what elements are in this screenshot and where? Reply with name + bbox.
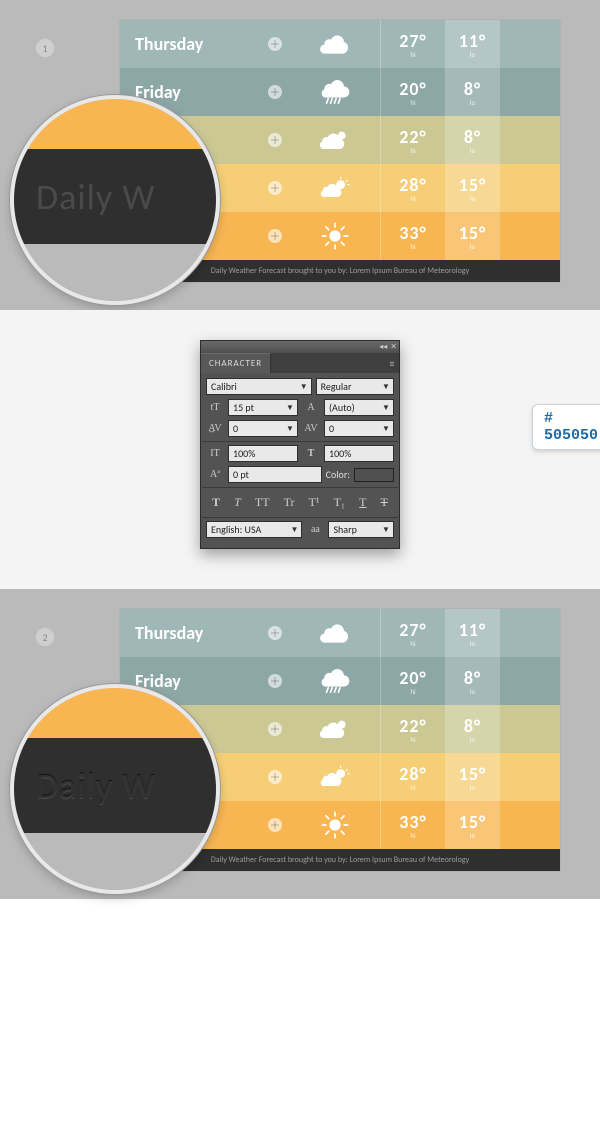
expand-icon[interactable]: [268, 674, 282, 688]
expand-icon[interactable]: [268, 181, 282, 195]
temp-lo: 8°lo: [445, 705, 500, 753]
antialias-icon: aa: [306, 521, 324, 538]
leading-field[interactable]: (Auto)▼: [324, 399, 394, 416]
sunny-cloud-icon: [290, 174, 380, 202]
cloud-icon: [290, 30, 380, 58]
leading-icon: A: [302, 399, 320, 416]
temp-hi: 33°hi: [380, 801, 445, 849]
temp-hi: 33°hi: [380, 212, 445, 260]
temp-hi: 27°hi: [380, 609, 445, 657]
hscale-field[interactable]: 100%: [324, 445, 394, 462]
step-badge-2: 2: [35, 627, 55, 647]
tutorial-step-2: 2 Thursday 27°hi 11°lo Friday 20°hi 8°lo…: [0, 589, 600, 899]
magnifier-lens: Daily W: [10, 95, 220, 305]
temp-hi: 28°hi: [380, 753, 445, 801]
rain-cloud-icon: [290, 78, 380, 106]
expand-icon[interactable]: [268, 85, 282, 99]
expand-icon[interactable]: [268, 37, 282, 51]
expand-icon[interactable]: [268, 626, 282, 640]
day-label: Thursday: [120, 622, 260, 644]
tracking-icon: AV: [302, 420, 320, 437]
partly-cloudy-icon: [290, 715, 380, 743]
kerning-field[interactable]: 0▼: [228, 420, 298, 437]
collapse-icon[interactable]: ◂◂: [379, 342, 387, 352]
temp-lo: 8°lo: [445, 657, 500, 705]
sunny-cloud-icon: [290, 763, 380, 791]
expand-icon[interactable]: [268, 133, 282, 147]
temp-hi: 22°hi: [380, 705, 445, 753]
font-style-dropdown[interactable]: Regular▼: [316, 378, 394, 395]
hex-callout: # 505050: [532, 404, 600, 450]
expand-icon[interactable]: [268, 722, 282, 736]
close-icon[interactable]: ✕: [390, 342, 397, 352]
panel-titlebar[interactable]: ◂◂ ✕: [201, 341, 399, 353]
font-size-field[interactable]: 15 pt▼: [228, 399, 298, 416]
temp-hi: 22°hi: [380, 116, 445, 164]
subscript-button[interactable]: T₁: [334, 495, 346, 510]
cloud-icon: [290, 619, 380, 647]
italic-button[interactable]: T: [234, 495, 241, 510]
temp-hi: 20°hi: [380, 657, 445, 705]
step-badge-1: 1: [35, 38, 55, 58]
temp-hi: 28°hi: [380, 164, 445, 212]
strikethrough-button[interactable]: Ŧ: [381, 495, 388, 510]
panel-menu-icon[interactable]: ≡: [385, 353, 399, 373]
language-dropdown[interactable]: English: USA▼: [206, 521, 302, 538]
magnified-text: Daily W: [36, 175, 155, 219]
bold-button[interactable]: T: [212, 495, 220, 510]
temp-lo: 11°lo: [445, 20, 500, 68]
temp-lo: 11°lo: [445, 609, 500, 657]
antialias-dropdown[interactable]: Sharp▼: [328, 521, 394, 538]
sun-icon: [290, 811, 380, 839]
expand-icon[interactable]: [268, 770, 282, 784]
smallcaps-button[interactable]: Tr: [284, 495, 295, 510]
partly-cloudy-icon: [290, 126, 380, 154]
temp-hi: 20°hi: [380, 68, 445, 116]
rain-cloud-icon: [290, 667, 380, 695]
weather-row: Thursday 27°hi 11°lo: [120, 20, 560, 68]
baseline-icon: Aª: [206, 466, 224, 483]
sun-icon: [290, 222, 380, 250]
superscript-button[interactable]: T¹: [309, 495, 320, 510]
text-style-buttons: T T TT Tr T¹ T₁ T Ŧ: [206, 491, 394, 514]
font-family-dropdown[interactable]: Calibri▼: [206, 378, 312, 395]
underline-button[interactable]: T: [359, 495, 366, 510]
temp-lo: 15°lo: [445, 753, 500, 801]
font-size-icon: tT: [206, 399, 224, 416]
temp-lo: 8°lo: [445, 116, 500, 164]
color-label: Color:: [326, 468, 350, 481]
kerning-icon: A̲V: [206, 420, 224, 437]
weather-row: Thursday 27°hi 11°lo: [120, 609, 560, 657]
temp-lo: 8°lo: [445, 68, 500, 116]
tracking-field[interactable]: 0▼: [324, 420, 394, 437]
vscale-field[interactable]: 100%: [228, 445, 298, 462]
hscale-icon: T: [302, 445, 320, 462]
tutorial-step-1: 1 Thursday 27°hi 11°lo Friday 20°hi 8°lo: [0, 0, 600, 310]
tab-character[interactable]: CHARACTER: [201, 353, 271, 373]
color-swatch[interactable]: [354, 468, 394, 482]
temp-lo: 15°lo: [445, 164, 500, 212]
temp-hi: 27°hi: [380, 20, 445, 68]
character-panel: ◂◂ ✕ CHARACTER ≡ Calibri▼ Regular▼ tT 15…: [200, 340, 400, 549]
baseline-field[interactable]: 0 pt: [228, 466, 322, 483]
magnifier-lens: Daily W: [10, 684, 220, 894]
expand-icon[interactable]: [268, 818, 282, 832]
photoshop-panel-area: ◂◂ ✕ CHARACTER ≡ Calibri▼ Regular▼ tT 15…: [0, 310, 600, 589]
vscale-icon: IT: [206, 445, 224, 462]
expand-icon[interactable]: [268, 229, 282, 243]
magnified-text: Daily W: [36, 764, 155, 808]
temp-lo: 15°lo: [445, 801, 500, 849]
day-label: Thursday: [120, 33, 260, 55]
temp-lo: 15°lo: [445, 212, 500, 260]
allcaps-button[interactable]: TT: [255, 495, 270, 510]
